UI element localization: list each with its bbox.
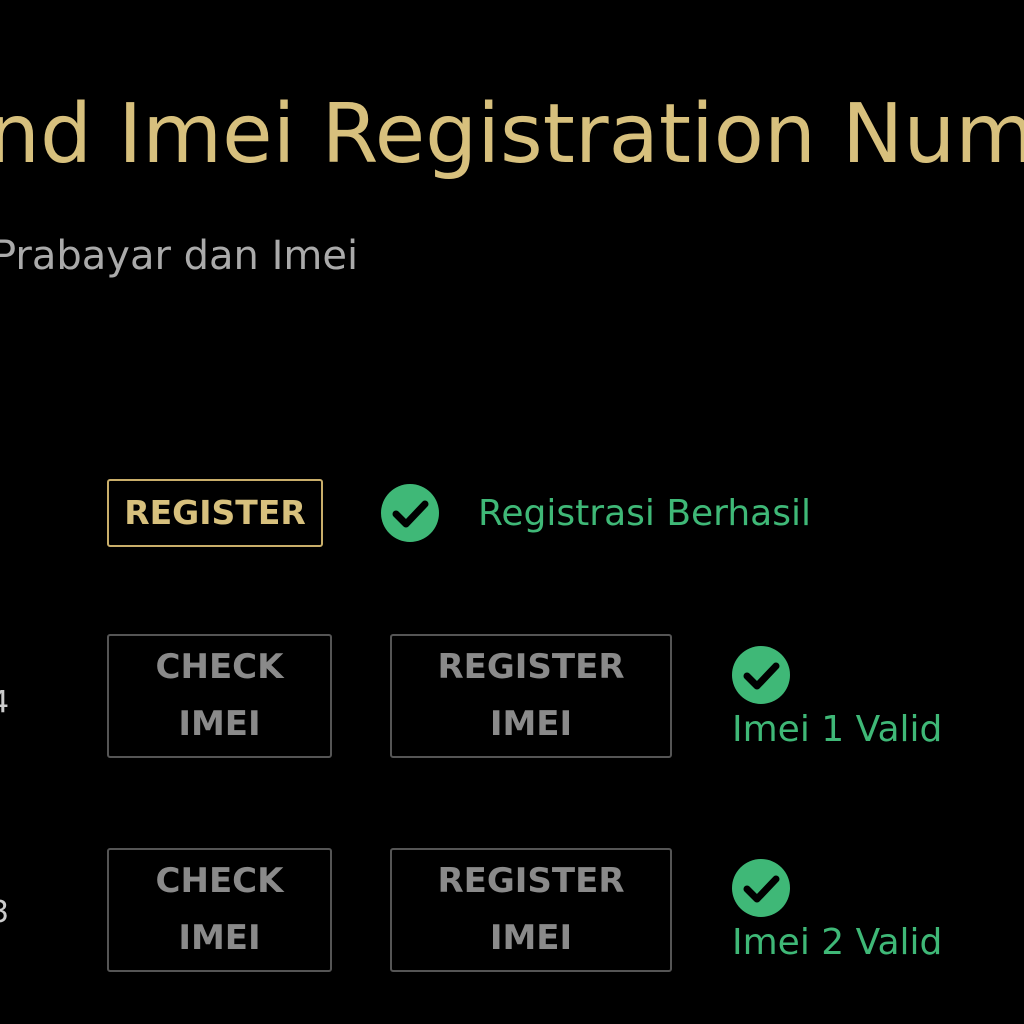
check-imei-1-label-line1: CHECK — [155, 647, 284, 687]
page-subtitle: Prabayar dan Imei — [0, 233, 359, 279]
check-imei-2-label-line1: CHECK — [155, 861, 284, 901]
imei-2-check-icon — [732, 859, 790, 917]
register-imei-1-label-line1: REGISTER — [437, 647, 625, 687]
page-title: nd Imei Registration Num — [0, 87, 1024, 182]
imei-2-status: Imei 2 Valid — [732, 922, 943, 963]
register-imei-1-button[interactable]: REGISTER IMEI — [390, 634, 672, 758]
register-imei-2-label-line1: REGISTER — [437, 861, 625, 901]
registration-status: Registrasi Berhasil — [478, 493, 811, 534]
register-imei-2-label-line2: IMEI — [489, 918, 573, 958]
check-imei-1-button[interactable]: CHECK IMEI — [107, 634, 332, 758]
check-imei-2-label-line2: IMEI — [178, 918, 261, 958]
imei-1-status: Imei 1 Valid — [732, 709, 943, 750]
check-imei-2-button[interactable]: CHECK IMEI — [107, 848, 332, 972]
imei-1-check-icon — [732, 646, 790, 704]
check-circle-icon — [381, 484, 439, 542]
register-button[interactable]: REGISTER — [107, 479, 323, 547]
register-imei-1-label-line2: IMEI — [489, 704, 573, 744]
imei-2-edge-digit: 3 — [0, 898, 9, 928]
check-imei-1-label-line2: IMEI — [178, 704, 261, 744]
imei-1-edge-digit: 4 — [0, 688, 9, 718]
register-imei-2-button[interactable]: REGISTER IMEI — [390, 848, 672, 972]
